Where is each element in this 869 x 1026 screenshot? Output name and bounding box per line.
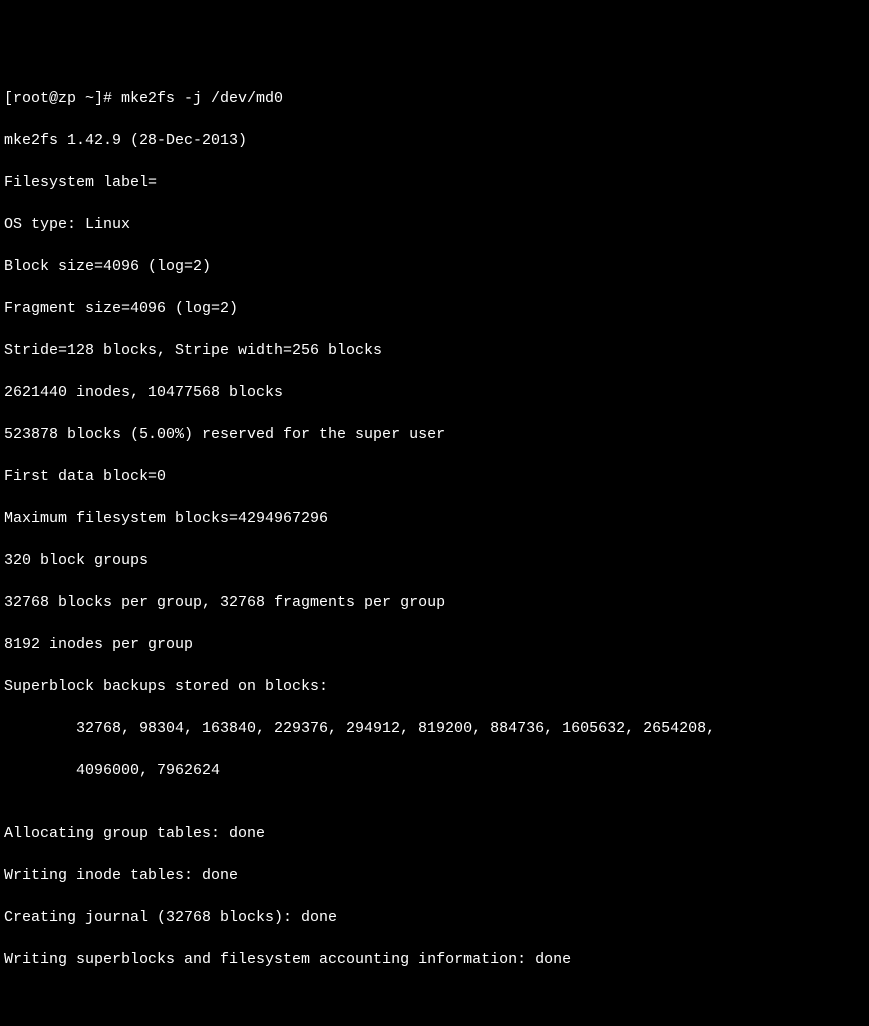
- output-line: 2621440 inodes, 10477568 blocks: [4, 382, 865, 403]
- superblock-backup-line: 32768, 98304, 163840, 229376, 294912, 81…: [4, 718, 865, 739]
- output-line: 8192 inodes per group: [4, 634, 865, 655]
- output-line: mke2fs 1.42.9 (28-Dec-2013): [4, 130, 865, 151]
- output-line: Stride=128 blocks, Stripe width=256 bloc…: [4, 340, 865, 361]
- output-line: 32768 blocks per group, 32768 fragments …: [4, 592, 865, 613]
- output-line: First data block=0: [4, 466, 865, 487]
- superblock-backup-line: 4096000, 7962624: [4, 760, 865, 781]
- output-line: 523878 blocks (5.00%) reserved for the s…: [4, 424, 865, 445]
- output-line: Fragment size=4096 (log=2): [4, 298, 865, 319]
- output-line: Block size=4096 (log=2): [4, 256, 865, 277]
- shell-prompt: [root@zp ~]#: [4, 90, 121, 107]
- output-line: Maximum filesystem blocks=4294967296: [4, 508, 865, 529]
- status-line: Creating journal (32768 blocks): done: [4, 907, 865, 928]
- status-line: Writing inode tables: done: [4, 865, 865, 886]
- output-line: 320 block groups: [4, 550, 865, 571]
- status-line: Allocating group tables: done: [4, 823, 865, 844]
- output-line: Superblock backups stored on blocks:: [4, 676, 865, 697]
- output-line: OS type: Linux: [4, 214, 865, 235]
- status-line: Writing superblocks and filesystem accou…: [4, 949, 865, 970]
- output-line: Filesystem label=: [4, 172, 865, 193]
- command-line: [root@zp ~]# mke2fs -j /dev/md0: [4, 88, 865, 109]
- command-text: mke2fs -j /dev/md0: [121, 90, 283, 107]
